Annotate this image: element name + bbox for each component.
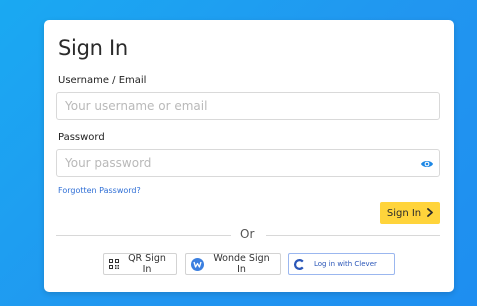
sign-in-button[interactable]: Sign In (380, 202, 440, 224)
sign-in-card: Sign In Username / Email Password Forgot… (44, 20, 454, 292)
wonde-sign-in-label: Wonde Sign In (213, 253, 270, 275)
password-input[interactable] (56, 149, 440, 177)
wonde-logo-icon (191, 257, 204, 271)
qr-sign-in-label: QR Sign In (128, 253, 166, 275)
divider-or-text: Or (240, 227, 255, 241)
qr-sign-in-button[interactable]: QR Sign In (103, 253, 177, 275)
clever-login-button[interactable]: Log in with Clever (288, 253, 395, 275)
divider-left (56, 235, 231, 236)
wonde-sign-in-button[interactable]: Wonde Sign In (185, 253, 281, 275)
qr-code-icon (109, 259, 119, 269)
password-label: Password (58, 132, 105, 143)
divider-right (266, 235, 440, 236)
chevron-right-icon (427, 207, 434, 219)
username-label: Username / Email (58, 75, 147, 86)
page-title: Sign In (58, 36, 128, 60)
username-input[interactable] (56, 92, 440, 120)
eye-icon[interactable] (420, 157, 434, 169)
clever-login-label: Log in with Clever (314, 260, 377, 268)
sign-in-button-label: Sign In (386, 207, 422, 219)
clever-logo-icon (294, 258, 304, 270)
forgot-password-link[interactable]: Forgotten Password? (58, 186, 141, 195)
